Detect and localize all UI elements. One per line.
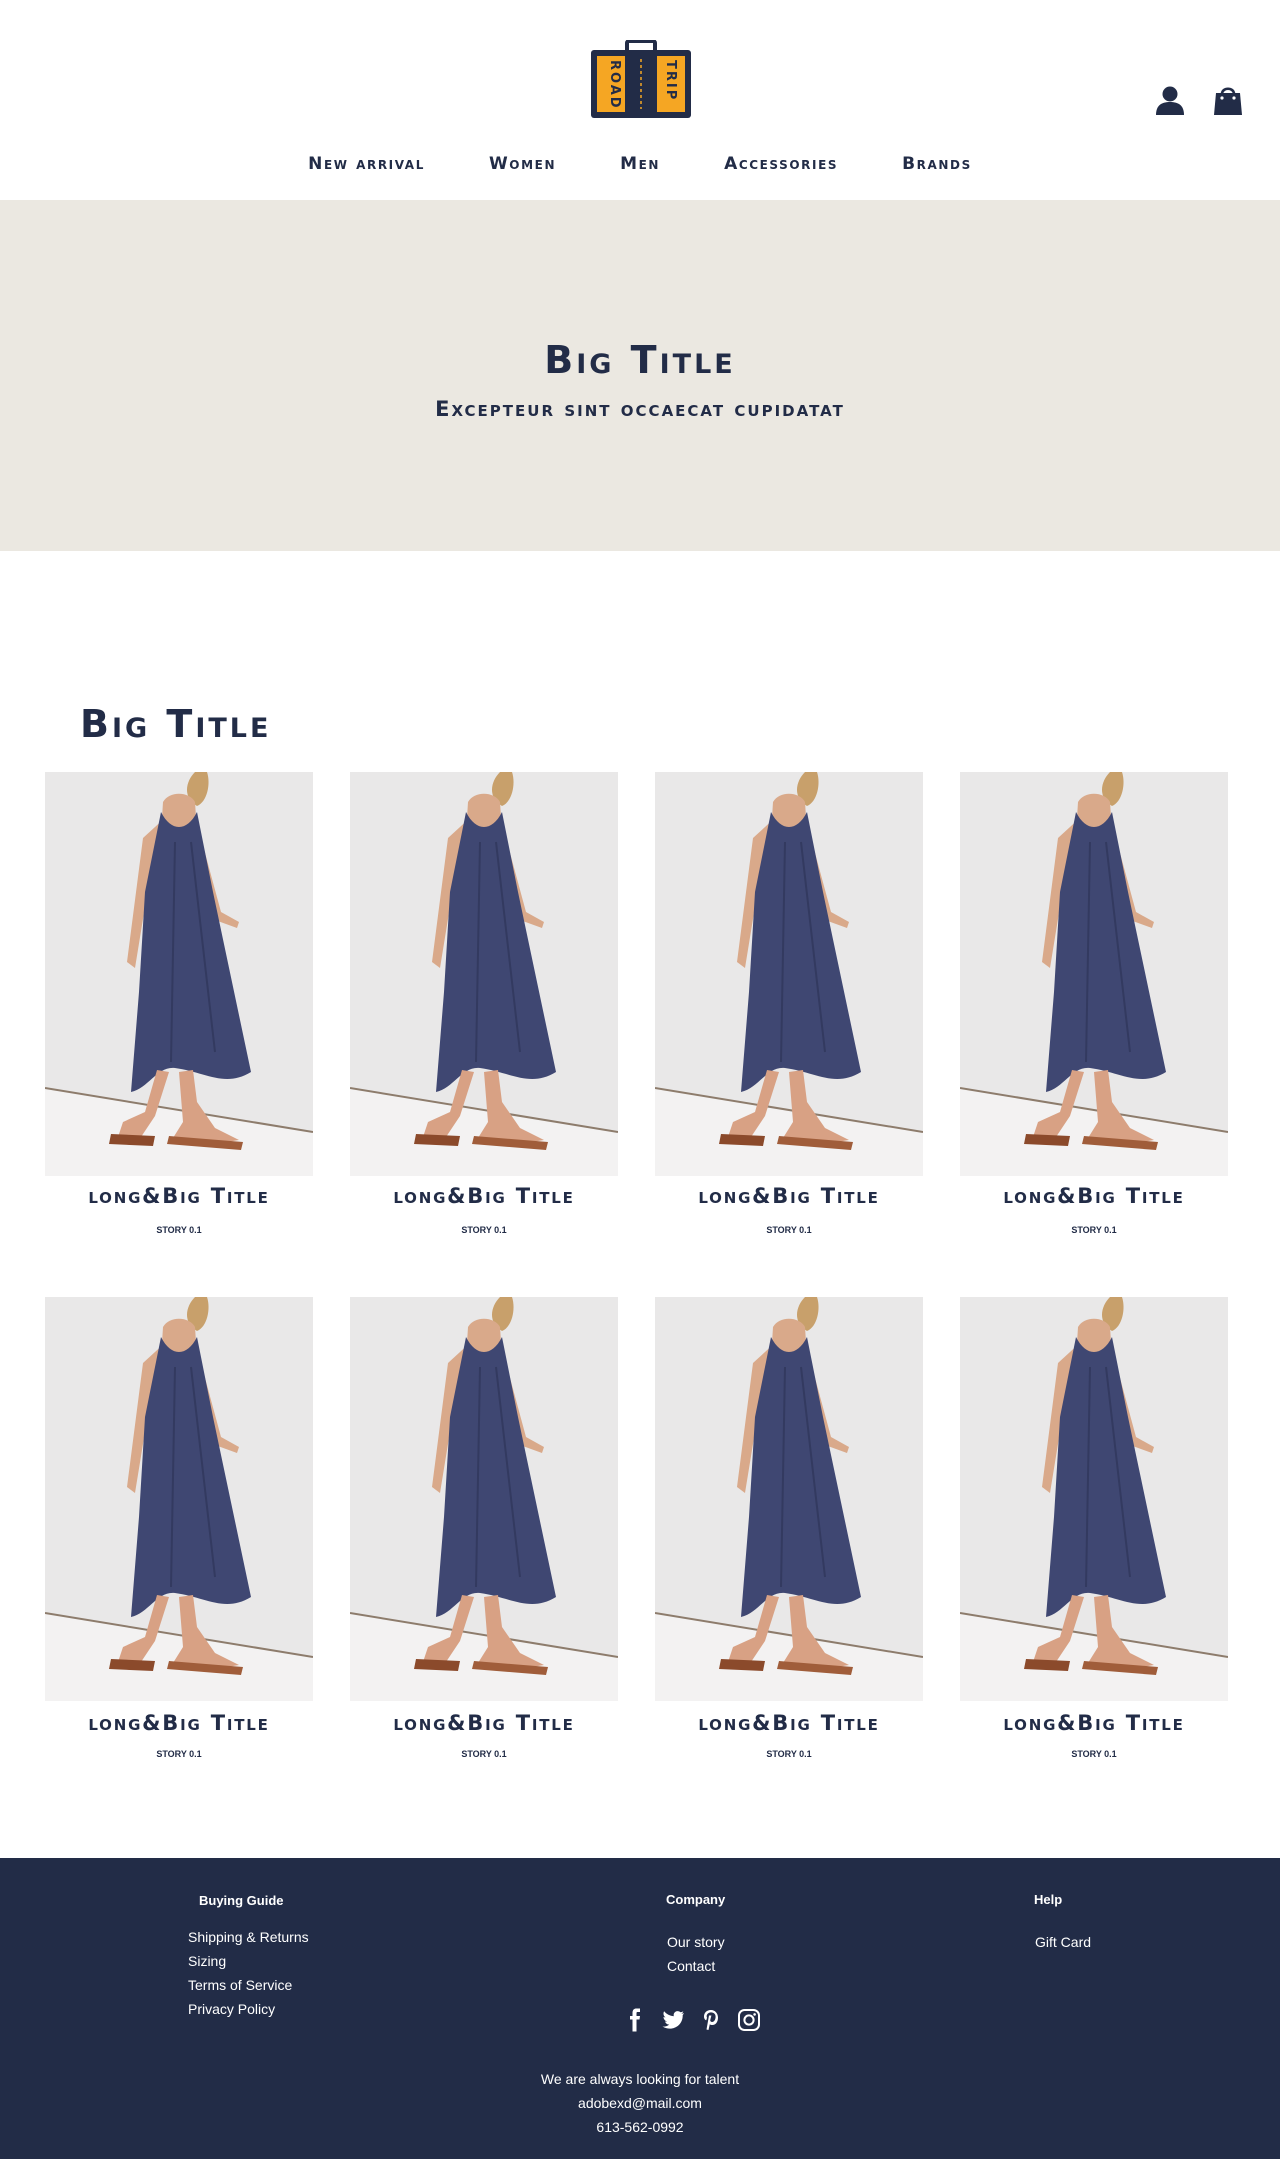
product-card[interactable]: long&Big Title STORY 0.1: [350, 1297, 618, 1759]
footer-email[interactable]: adobexd@mail.com: [0, 2095, 1280, 2111]
footer-phone[interactable]: 613-562-0992: [0, 2119, 1280, 2135]
product-name[interactable]: long&Big Title: [320, 1711, 648, 1735]
shopping-bag-icon[interactable]: [1212, 84, 1244, 116]
product-card[interactable]: long&Big Title STORY 0.1: [45, 1297, 313, 1759]
road-trip-logo[interactable]: ROAD TRIP: [591, 40, 691, 118]
product-image[interactable]: [655, 1297, 923, 1701]
footer-tagline: We are always looking for talent: [540, 2071, 740, 2087]
product-image[interactable]: [350, 1297, 618, 1701]
hero-banner: Big Title Excepteur sint occaecat cupida…: [0, 200, 1280, 551]
product-image[interactable]: [960, 1297, 1228, 1701]
product-name[interactable]: long&Big Title: [930, 1184, 1258, 1208]
footer-link-privacy[interactable]: Privacy Policy: [188, 2001, 275, 2017]
buying-guide-title: Buying Guide: [199, 1893, 284, 1908]
product-card[interactable]: long&Big Title STORY 0.1: [45, 772, 313, 1235]
hero-title: Big Title: [544, 338, 736, 382]
product-story: STORY 0.1: [1071, 1749, 1117, 1759]
product-name[interactable]: long&Big Title: [930, 1711, 1258, 1735]
nav-item-brands[interactable]: Brands: [902, 154, 972, 174]
product-card[interactable]: long&Big Title STORY 0.1: [960, 772, 1228, 1235]
svg-text:TRIP: TRIP: [663, 60, 678, 101]
user-icon[interactable]: [1154, 84, 1186, 116]
pinterest-icon[interactable]: [699, 2008, 723, 2032]
instagram-icon[interactable]: [737, 2008, 761, 2032]
products-section-title: Big Title: [80, 702, 272, 746]
product-card[interactable]: long&Big Title STORY 0.1: [960, 1297, 1228, 1759]
product-story: STORY 0.1: [156, 1749, 202, 1759]
footer-link-sizing[interactable]: Sizing: [188, 1953, 226, 1969]
help-title: Help: [1034, 1892, 1063, 1907]
product-image[interactable]: [45, 772, 313, 1176]
facebook-icon[interactable]: [623, 2008, 647, 2032]
product-story: STORY 0.1: [156, 1225, 202, 1235]
footer-link-our-story[interactable]: Our story: [667, 1934, 725, 1950]
product-card[interactable]: long&Big Title STORY 0.1: [350, 772, 618, 1235]
nav-item-new-arrival[interactable]: New arrival: [308, 154, 425, 174]
footer-link-gift-card[interactable]: Gift Card: [1035, 1934, 1091, 1950]
product-card[interactable]: long&Big Title STORY 0.1: [655, 1297, 923, 1759]
company-title: Company: [666, 1892, 726, 1907]
product-card[interactable]: long&Big Title STORY 0.1: [655, 772, 923, 1235]
nav-item-accessories[interactable]: Accessories: [724, 154, 838, 174]
site-header: ROAD TRIP New arrival Women Men Accessor…: [0, 0, 1280, 200]
footer-link-terms[interactable]: Terms of Service: [188, 1977, 292, 1993]
site-footer: Buying Guide Shipping & Returns Sizing T…: [0, 1858, 1280, 2159]
twitter-icon[interactable]: [661, 2008, 685, 2032]
footer-link-shipping-returns[interactable]: Shipping & Returns: [188, 1929, 309, 1945]
product-story: STORY 0.1: [461, 1225, 507, 1235]
product-image[interactable]: [45, 1297, 313, 1701]
main-nav: New arrival Women Men Accessories Brands: [0, 154, 1280, 174]
product-story: STORY 0.1: [766, 1749, 812, 1759]
social-links: [623, 2008, 761, 2032]
product-image[interactable]: [655, 772, 923, 1176]
product-name[interactable]: long&Big Title: [625, 1184, 953, 1208]
footer-link-contact[interactable]: Contact: [667, 1958, 715, 1974]
hero-subtitle: Excepteur sint occaecat cupidatat: [435, 397, 845, 421]
nav-item-women[interactable]: Women: [489, 154, 556, 174]
product-name[interactable]: long&Big Title: [15, 1711, 343, 1735]
product-name[interactable]: long&Big Title: [625, 1711, 953, 1735]
product-image[interactable]: [960, 772, 1228, 1176]
svg-text:ROAD: ROAD: [607, 60, 622, 110]
product-name[interactable]: long&Big Title: [15, 1184, 343, 1208]
product-story: STORY 0.1: [461, 1749, 507, 1759]
nav-item-men[interactable]: Men: [620, 154, 660, 174]
product-story: STORY 0.1: [766, 1225, 812, 1235]
product-name[interactable]: long&Big Title: [320, 1184, 648, 1208]
product-image[interactable]: [350, 772, 618, 1176]
product-story: STORY 0.1: [1071, 1225, 1117, 1235]
